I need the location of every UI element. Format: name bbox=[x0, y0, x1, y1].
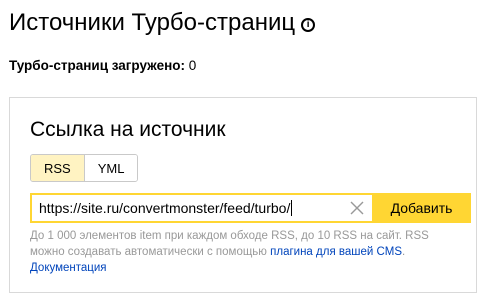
text-caret bbox=[291, 200, 293, 216]
title-row: Источники Турбо-страниц i bbox=[9, 9, 316, 37]
plugins-link[interactable]: плагина для вашей CMS bbox=[270, 246, 402, 258]
card-title: Ссылка на источник bbox=[30, 118, 226, 141]
page-title: Источники Турбо-страниц bbox=[9, 9, 296, 36]
documentation-link[interactable]: Документация bbox=[30, 262, 107, 274]
turbo-sources-page: Источники Турбо-страниц i Турбо-страниц … bbox=[0, 0, 496, 303]
source-url-input[interactable]: https://site.ru/convertmonster/feed/turb… bbox=[30, 193, 372, 223]
add-source-button[interactable]: Добавить bbox=[372, 193, 471, 223]
clear-icon[interactable] bbox=[350, 201, 364, 215]
tab-yml[interactable]: YML bbox=[83, 155, 138, 181]
loaded-count: Турбо-страниц загружено: 0 bbox=[9, 58, 196, 73]
loaded-count-value: 0 bbox=[188, 58, 197, 73]
source-url-value[interactable]: https://site.ru/convertmonster/feed/turb… bbox=[32, 200, 290, 216]
source-card: Ссылка на источник RSS YML https://site.… bbox=[9, 97, 477, 293]
url-input-row: https://site.ru/convertmonster/feed/turb… bbox=[30, 193, 471, 223]
loaded-count-label: Турбо-страниц загружено: bbox=[9, 58, 185, 73]
hint-separator: . bbox=[402, 246, 406, 258]
hint-text: До 1 000 элементов item при каждом обход… bbox=[30, 228, 460, 276]
source-type-tabs: RSS YML bbox=[30, 154, 139, 182]
info-icon[interactable]: i bbox=[301, 17, 316, 32]
tab-rss[interactable]: RSS bbox=[31, 155, 84, 181]
